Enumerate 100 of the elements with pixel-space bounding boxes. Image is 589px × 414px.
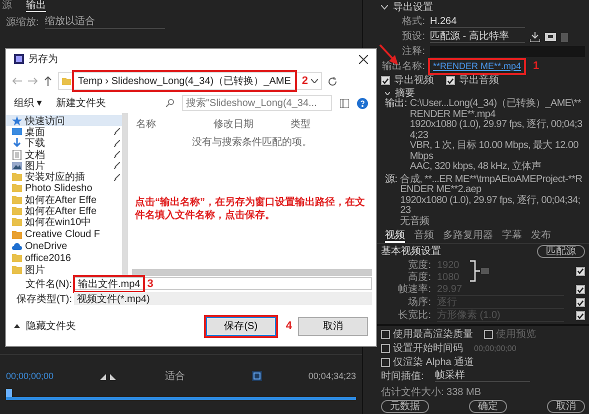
forward-icon [28,77,38,85]
timeline-track[interactable] [6,389,356,400]
sidebar-item[interactable]: Creative Cloud F [6,228,122,240]
start-timecode: 00;00;00;00 [6,371,54,381]
button[interactable]: 取消 [547,400,585,413]
tab[interactable]: 源 [2,0,12,12]
organize-menu[interactable]: 组织 ▾ [14,96,42,110]
hide-folders-toggle[interactable]: 隐藏文件夹 [26,319,76,333]
file-name-field[interactable]: 输出文件.mp4 [75,276,144,290]
file-size-text: 估计文件大小: 338 MB [381,386,482,398]
scale-dropdown[interactable]: 缩放以适合 [44,14,165,29]
sidebar-item[interactable]: 如何在After Effe [6,194,122,206]
tab[interactable]: 音频 [414,230,434,243]
save-preset-icon [545,32,556,41]
summary-text: AAC, 320 kbps, 48 kHz, 立体声 [410,162,542,172]
sidebar-item[interactable]: 桌面 [6,126,122,138]
marker-icon [100,372,118,380]
comment-field[interactable] [430,46,585,57]
sidebar-item[interactable]: 图片 [6,264,122,276]
tab[interactable]: 多路复用器 [443,230,493,243]
checkbox[interactable] [381,344,390,352]
sidebar-item[interactable]: 文档 [6,148,122,160]
column-header[interactable]: 修改日期 [213,117,291,131]
sidebar-item[interactable]: 快速访问 [6,115,122,126]
trash-icon [561,32,568,42]
checkbox[interactable] [381,358,390,366]
summary-text: 无音频 [400,216,430,227]
folder-icon [12,183,22,194]
checkbox[interactable] [484,330,493,338]
field-label: 帧速率: [397,284,431,295]
summary-text: 合成, **...ER ME**\tmpAEtoAMEProject-**RENDER ME**2.aep [400,174,584,195]
file-type-dropdown[interactable]: 视频文件(*.mp4) [74,292,372,305]
field-label: 格式: [401,16,425,27]
import-icon [530,32,540,42]
tab[interactable]: 发布 [531,230,551,243]
button[interactable]: 元数据 [381,400,429,413]
preset-dropdown[interactable]: 匹配源 - 高比特率 [430,30,525,42]
format-dropdown[interactable]: H.264 [430,16,525,28]
tab[interactable]: 字幕 [502,230,522,243]
checkbox[interactable] [381,330,390,338]
checkbox[interactable] [381,76,390,85]
app-icon [14,54,24,64]
refresh-icon [328,76,337,86]
fit-dropdown[interactable]: 适合 [164,369,205,383]
checkbox[interactable] [446,76,455,85]
save-button[interactable]: 保存(S) [206,316,276,336]
document-icon [12,150,22,160]
back-icon [12,77,22,85]
match-source-button[interactable]: 匹配源 [537,245,585,258]
folder-icon [62,78,71,84]
column-header[interactable]: 名称 [136,117,214,131]
scrollbar[interactable] [132,269,372,276]
search-icon [166,99,174,107]
download-icon [12,138,22,148]
sidebar-item[interactable]: OneDrive [6,241,122,253]
end-timecode: 00;04;34;23 [308,371,356,381]
sidebar-item[interactable]: 如何在After Effe [6,205,122,217]
section-heading: 摘要 [395,88,415,98]
address-path[interactable]: Temp › Slideshow_Long(4_34)（已转换）_AME [74,72,295,90]
checkbox-label: 导出视频 [394,75,434,86]
new-folder-button[interactable]: 新建文件夹 [56,96,106,110]
folder-icon [12,206,22,216]
timecode-value: 00;00;00;00 [474,342,516,354]
field-label: 预设: [401,31,425,42]
sidebar-item[interactable]: 下载 [6,138,122,149]
checkbox[interactable] [576,266,585,276]
annotation-number: 1 [533,61,540,72]
checkbox-label: 使用预览 [496,328,536,340]
tab[interactable]: 输出 [26,0,46,12]
output-name-link[interactable]: **RENDER ME**.mp4 [430,60,524,73]
checkbox[interactable] [576,311,585,320]
field-label: 高度: [407,272,431,282]
button[interactable]: 确定 [469,400,507,413]
sidebar-item[interactable]: 如何在win10中 [6,216,122,228]
up-icon [44,76,52,86]
checkbox[interactable] [576,298,585,307]
help-icon [357,98,368,108]
interpolation-dropdown[interactable]: 帧采样 [434,370,530,382]
column-header[interactable]: 类型 [290,117,368,131]
annotation-number: 3 [147,278,154,290]
desktop-icon [12,126,22,137]
sidebar-item[interactable]: 安装对应的插 [6,171,122,183]
annotation-number: 2 [302,75,308,87]
checkbox[interactable] [576,285,585,294]
sidebar-item[interactable]: Photo Slidesho [6,182,122,194]
scrollbar[interactable] [122,113,128,276]
sidebar-item[interactable]: office2016 [6,252,122,264]
cloud-icon [12,242,22,252]
field-label: 时间插值: [381,370,424,382]
checkbox-label: 导出音频 [459,75,499,86]
summary-label: 输出: [385,99,407,111]
search-field[interactable]: 搜索"Slideshow_Long(4_34... [182,95,332,111]
star-icon [12,116,22,126]
folder-icon [12,194,22,205]
cancel-button[interactable]: 取消 [298,316,368,336]
field-label: 保存类型(T): [15,292,73,306]
folder-icon [12,217,22,228]
tab[interactable]: 视频 [385,230,405,243]
section-heading: 导出设置 [393,2,433,13]
sidebar-item[interactable]: 图片 [6,160,122,172]
